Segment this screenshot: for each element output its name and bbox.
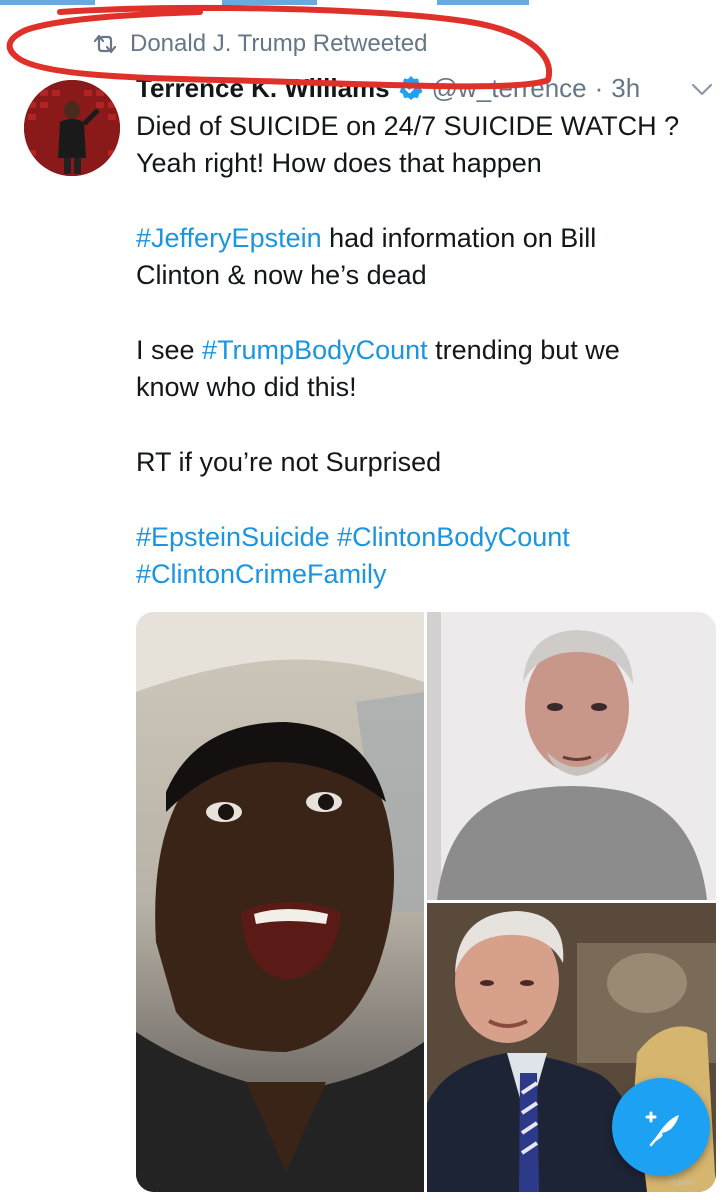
tweet-paragraph: #EpsteinSuicide #ClintonBodyCount <box>136 519 696 556</box>
tweet-timestamp[interactable]: 3h <box>611 73 640 104</box>
svg-text:nicktrio: nicktrio <box>667 1177 696 1187</box>
tweet-text-span: I see <box>136 335 203 365</box>
chevron-down-icon[interactable] <box>690 80 714 98</box>
avatar[interactable] <box>24 80 120 176</box>
verified-badge-icon <box>399 76 423 100</box>
tweet-line: know who did this! <box>136 372 357 402</box>
hashtag-link[interactable]: #TrumpBodyCount <box>202 335 428 365</box>
retweet-icon <box>93 34 117 54</box>
hashtag-link[interactable]: #EpsteinSuicide <box>136 522 330 552</box>
compose-tweet-icon <box>645 1111 679 1147</box>
author-name[interactable]: Terrence K. Williams <box>136 73 390 104</box>
tweet-line: Clinton & now he’s dead <box>136 260 427 290</box>
media-image-top-right[interactable] <box>427 612 716 900</box>
retweet-label: Donald J. Trump Retweeted <box>130 30 428 57</box>
header-separator: · <box>594 72 604 103</box>
tweet-header: Terrence K. Williams @w_terrence · 3h <box>136 70 716 106</box>
author-handle[interactable]: @w_terrence <box>432 73 587 104</box>
compose-tweet-button[interactable] <box>612 1078 710 1176</box>
tweet-text-span: trending but we <box>427 335 620 365</box>
tweet-line: Yeah right! How does that happen <box>136 148 542 178</box>
tweet-paragraph: #JefferyEpstein had information on Bill <box>136 220 696 257</box>
media-image-left[interactable] <box>136 612 424 1192</box>
top-edge-strip <box>0 0 728 8</box>
retweet-context[interactable]: Donald J. Trump Retweeted <box>92 28 427 60</box>
tweet-line: RT if you’re not Surprised <box>136 447 442 477</box>
tweet-line: Died of SUICIDE on 24/7 SUICIDE WATCH ? <box>136 111 680 141</box>
hashtag-link[interactable]: #ClintonBodyCount <box>337 522 570 552</box>
hashtag-link[interactable]: #JefferyEpstein <box>136 223 322 253</box>
hashtag-link[interactable]: #ClintonCrimeFamily <box>136 559 387 589</box>
tweet-text: Died of SUICIDE on 24/7 SUICIDE WATCH ? … <box>136 108 696 593</box>
tweet-text-span: had information on Bill <box>321 223 597 253</box>
tweet-paragraph: I see #TrumpBodyCount trending but we <box>136 332 696 369</box>
